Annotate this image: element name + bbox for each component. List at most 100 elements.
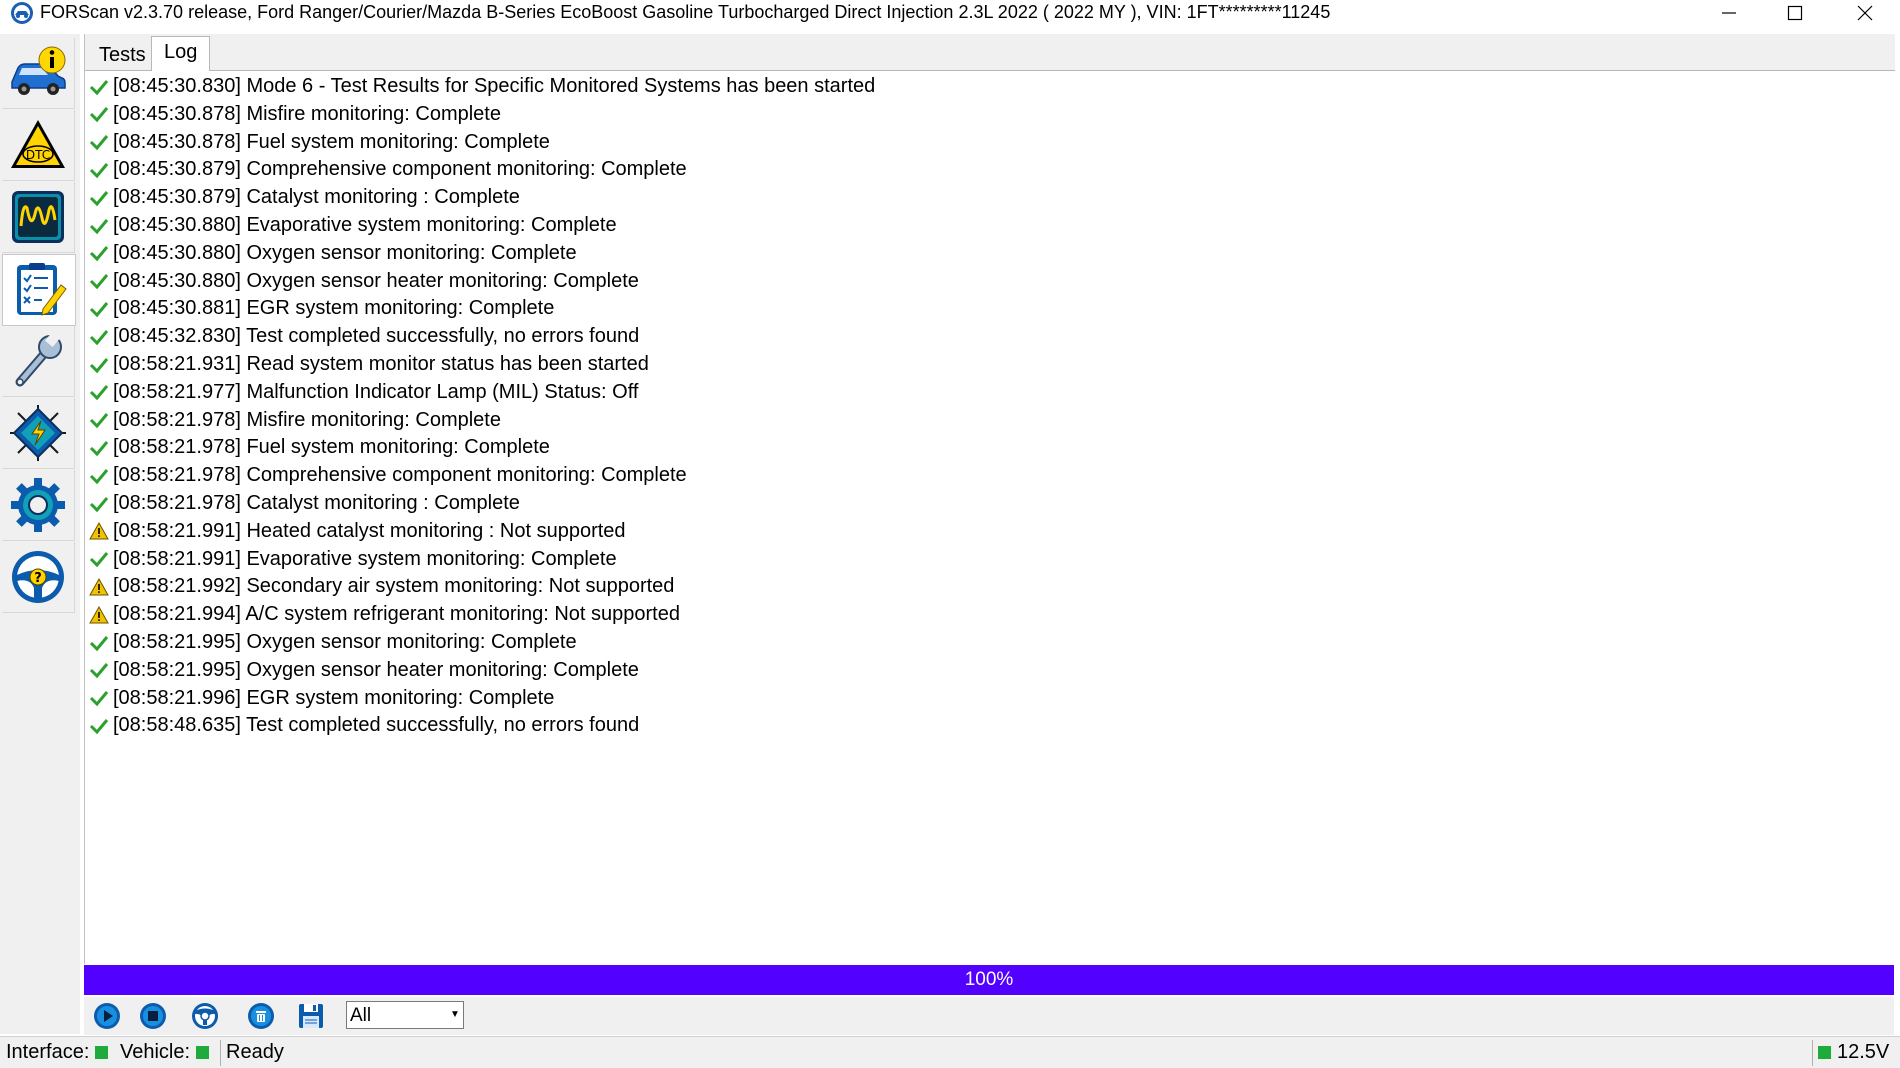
voltage-value: 12.5V [1837,1040,1890,1063]
log-entry-text: [08:45:30.879] Catalyst monitoring : Com… [113,186,520,209]
interface-label: Interface: [6,1040,90,1063]
log-entry-text: [08:58:48.635] Test completed successful… [113,714,640,737]
sidebar-item-dtc[interactable]: DTC [2,110,75,181]
log-entry[interactable]: [08:58:21.978] Catalyst monitoring : Com… [89,490,520,517]
checkmark-icon [89,188,109,208]
vehicle-led-icon [196,1045,210,1059]
save-button[interactable] [294,1000,328,1032]
checkmark-icon [89,382,109,402]
log-entry-text: [08:45:30.880] Oxygen sensor heater moni… [113,269,639,292]
checkmark-icon [89,633,109,653]
log-entry-text: [08:45:32.830] Test completed successful… [113,325,640,348]
log-entry-text: [08:58:21.978] Fuel system monitoring: C… [113,436,550,459]
log-entry[interactable]: [08:58:21.978] Misfire monitoring: Compl… [89,407,501,434]
log-entry[interactable]: [08:58:21.931] Read system monitor statu… [89,351,649,378]
stop-icon [140,1003,166,1029]
title-bar: FORScan v2.3.70 release, Ford Ranger/Cou… [0,0,1900,26]
wrench-icon [15,332,62,387]
progress-label: 100% [964,969,1014,990]
log-entry-text: [08:45:30.878] Misfire monitoring: Compl… [113,102,501,125]
log-entry[interactable]: [08:58:21.994] A/C system refrigerant mo… [89,601,680,628]
progress-bar: 100% [84,965,1894,995]
checklist-icon [17,263,67,316]
log-entry[interactable]: [08:58:21.992] Secondary air system moni… [89,573,674,600]
gear-icon [11,478,65,532]
checkmark-icon [89,355,109,375]
sidebar-item-help[interactable]: ? [2,542,75,613]
forscan-window: FORScan v2.3.70 release, Ford Ranger/Cou… [0,0,1900,1068]
log-entry-text: [08:58:21.994] A/C system refrigerant mo… [113,603,680,626]
window-title: FORScan v2.3.70 release, Ford Ranger/Cou… [40,2,1331,22]
sidebar-item-tests[interactable] [2,254,76,326]
log-entry[interactable]: [08:45:30.881] EGR system monitoring: Co… [89,295,554,322]
sidebar-item-service[interactable] [2,326,75,397]
log-entry[interactable]: [08:58:21.991] Evaporative system monito… [89,546,617,573]
voltage-led-icon [1818,1045,1831,1059]
log-entry[interactable]: [08:58:21.996] EGR system monitoring: Co… [89,685,554,712]
sidebar-item-settings[interactable] [2,470,75,541]
checkmark-icon [89,688,109,708]
checkmark-icon [89,438,109,458]
minimize-icon [1722,12,1736,14]
sidebar-item-configuration[interactable] [2,398,75,469]
log-entry-text: [08:58:21.995] Oxygen sensor monitoring:… [113,631,577,653]
sidebar: DTC ? [0,34,80,1034]
log-entry[interactable]: [08:58:21.995] Oxygen sensor heater moni… [89,657,639,684]
log-entry[interactable]: [08:45:30.830] Mode 6 - Test Results for… [89,73,875,100]
warning-icon [89,521,109,541]
log-entry-text: [08:58:21.978] Comprehensive component m… [113,464,687,487]
log-entry-text: [08:45:30.878] Fuel system monitoring: C… [113,130,550,153]
log-entry[interactable]: [08:58:48.635] Test completed successful… [89,712,639,739]
log-entry[interactable]: [08:45:30.878] Fuel system monitoring: C… [89,129,550,156]
maximize-button[interactable] [1762,0,1828,26]
sidebar-item-vehicle-info[interactable] [2,38,75,109]
log-entry[interactable]: [08:45:30.879] Comprehensive component m… [89,156,687,183]
vehicle-status: Vehicle: [120,1039,215,1065]
log-entry[interactable]: [08:45:30.880] Evaporative system monito… [89,212,617,239]
log-entry[interactable]: [08:45:30.880] Oxygen sensor heater moni… [89,268,639,295]
clear-button[interactable] [244,1000,278,1032]
status-divider [220,1040,221,1066]
log-entry-text: [08:58:21.996] EGR system monitoring: Co… [113,686,555,709]
vehicle-label: Vehicle: [120,1040,191,1063]
checkmark-icon [89,216,109,236]
log-entry[interactable]: [08:58:21.977] Malfunction Indicator Lam… [89,379,638,406]
waveform-icon [12,191,64,243]
maximize-icon [1787,5,1803,21]
checkmark-icon [89,132,109,152]
stop-button[interactable] [136,1000,170,1032]
log-entry-text: [08:58:21.978] Catalyst monitoring : Com… [113,492,520,514]
checkmark-icon [89,660,109,680]
log-entry[interactable]: [08:45:30.878] Misfire monitoring: Compl… [89,101,501,128]
log-entry[interactable]: [08:58:21.995] Oxygen sensor monitoring:… [89,629,577,656]
chip-icon [10,405,66,461]
play-icon [94,1003,120,1029]
state-text: Ready [226,1040,284,1063]
minimize-button[interactable] [1696,0,1762,26]
tab-tests[interactable]: Tests [89,42,156,69]
log-entry[interactable]: [08:58:21.978] Fuel system monitoring: C… [89,434,550,461]
log-entry[interactable]: [08:58:21.991] Heated catalyst monitorin… [89,518,626,545]
checkmark-icon [89,243,109,263]
log-entry-text: [08:45:30.830] Mode 6 - Test Results for… [113,75,876,97]
tab-bar: Tests Log [85,34,1895,71]
log-entry[interactable]: [08:58:21.978] Comprehensive component m… [89,462,687,489]
checkmark-icon [89,494,109,514]
sidebar-item-oscilloscope[interactable] [2,182,75,253]
log-list[interactable]: [08:45:30.830] Mode 6 - Test Results for… [85,71,1895,999]
log-filter-select[interactable]: All ▼ [346,1001,464,1029]
log-entry[interactable]: [08:45:32.830] Test completed successful… [89,323,639,350]
log-entry[interactable]: [08:45:30.880] Oxygen sensor monitoring:… [89,240,577,267]
warning-icon [89,577,109,597]
checkmark-icon [89,77,109,97]
close-button[interactable] [1832,0,1898,26]
log-entry-text: [08:58:21.991] Heated catalyst monitorin… [113,519,626,542]
checkmark-icon [89,549,109,569]
tab-log[interactable]: Log [151,36,211,71]
log-entry[interactable]: [08:45:30.879] Catalyst monitoring : Com… [89,184,520,211]
start-button[interactable] [90,1000,124,1032]
svg-text:DTC: DTC [26,148,50,162]
log-entry-text: [08:45:30.881] EGR system monitoring: Co… [113,297,555,320]
checkmark-icon [89,271,109,291]
help-button[interactable] [188,1000,222,1032]
